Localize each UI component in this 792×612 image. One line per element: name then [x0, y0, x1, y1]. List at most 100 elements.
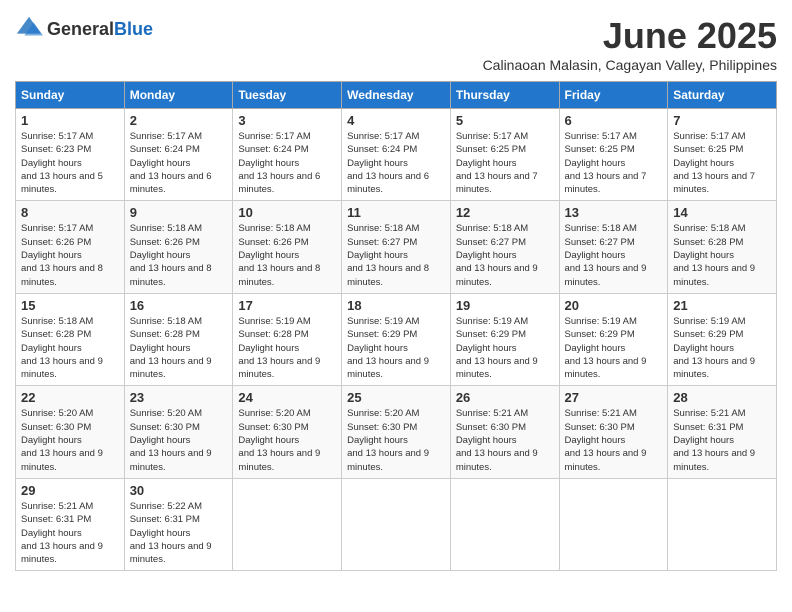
header-thursday: Thursday	[450, 82, 559, 109]
day-info: Sunrise: 5:19 AMSunset: 6:28 PMDaylight …	[238, 315, 336, 381]
header-saturday: Saturday	[668, 82, 777, 109]
day-number: 4	[347, 113, 445, 128]
table-row: 9 Sunrise: 5:18 AMSunset: 6:26 PMDayligh…	[124, 201, 233, 293]
day-number: 21	[673, 298, 771, 313]
day-info: Sunrise: 5:17 AMSunset: 6:24 PMDaylight …	[130, 130, 228, 196]
day-info: Sunrise: 5:21 AMSunset: 6:30 PMDaylight …	[456, 407, 554, 473]
day-number: 7	[673, 113, 771, 128]
table-row: 12 Sunrise: 5:18 AMSunset: 6:27 PMDaylig…	[450, 201, 559, 293]
header-monday: Monday	[124, 82, 233, 109]
table-row: 6 Sunrise: 5:17 AMSunset: 6:25 PMDayligh…	[559, 109, 668, 201]
week-row-2: 8 Sunrise: 5:17 AMSunset: 6:26 PMDayligh…	[16, 201, 777, 293]
table-row: 21 Sunrise: 5:19 AMSunset: 6:29 PMDaylig…	[668, 293, 777, 385]
title-area: June 2025 Calinaoan Malasin, Cagayan Val…	[483, 15, 777, 73]
table-row: 16 Sunrise: 5:18 AMSunset: 6:28 PMDaylig…	[124, 293, 233, 385]
week-row-5: 29 Sunrise: 5:21 AMSunset: 6:31 PMDaylig…	[16, 478, 777, 570]
day-info: Sunrise: 5:17 AMSunset: 6:25 PMDaylight …	[673, 130, 771, 196]
table-row	[233, 478, 342, 570]
logo-text-general: General	[47, 19, 114, 39]
day-number: 16	[130, 298, 228, 313]
header-tuesday: Tuesday	[233, 82, 342, 109]
day-number: 24	[238, 390, 336, 405]
day-number: 17	[238, 298, 336, 313]
logo-icon	[15, 15, 43, 43]
day-number: 15	[21, 298, 119, 313]
table-row	[559, 478, 668, 570]
day-info: Sunrise: 5:20 AMSunset: 6:30 PMDaylight …	[238, 407, 336, 473]
day-number: 28	[673, 390, 771, 405]
day-info: Sunrise: 5:21 AMSunset: 6:31 PMDaylight …	[21, 500, 119, 566]
table-row: 18 Sunrise: 5:19 AMSunset: 6:29 PMDaylig…	[342, 293, 451, 385]
table-row: 30 Sunrise: 5:22 AMSunset: 6:31 PMDaylig…	[124, 478, 233, 570]
day-info: Sunrise: 5:22 AMSunset: 6:31 PMDaylight …	[130, 500, 228, 566]
table-row: 10 Sunrise: 5:18 AMSunset: 6:26 PMDaylig…	[233, 201, 342, 293]
day-info: Sunrise: 5:19 AMSunset: 6:29 PMDaylight …	[347, 315, 445, 381]
table-row: 20 Sunrise: 5:19 AMSunset: 6:29 PMDaylig…	[559, 293, 668, 385]
day-number: 23	[130, 390, 228, 405]
day-info: Sunrise: 5:18 AMSunset: 6:26 PMDaylight …	[130, 222, 228, 288]
table-row: 28 Sunrise: 5:21 AMSunset: 6:31 PMDaylig…	[668, 386, 777, 478]
day-info: Sunrise: 5:18 AMSunset: 6:28 PMDaylight …	[130, 315, 228, 381]
day-info: Sunrise: 5:17 AMSunset: 6:26 PMDaylight …	[21, 222, 119, 288]
day-number: 2	[130, 113, 228, 128]
table-row: 13 Sunrise: 5:18 AMSunset: 6:27 PMDaylig…	[559, 201, 668, 293]
day-info: Sunrise: 5:20 AMSunset: 6:30 PMDaylight …	[347, 407, 445, 473]
day-info: Sunrise: 5:20 AMSunset: 6:30 PMDaylight …	[21, 407, 119, 473]
logo: GeneralBlue	[15, 15, 153, 43]
table-row: 3 Sunrise: 5:17 AMSunset: 6:24 PMDayligh…	[233, 109, 342, 201]
day-info: Sunrise: 5:17 AMSunset: 6:25 PMDaylight …	[456, 130, 554, 196]
table-row: 2 Sunrise: 5:17 AMSunset: 6:24 PMDayligh…	[124, 109, 233, 201]
day-info: Sunrise: 5:19 AMSunset: 6:29 PMDaylight …	[456, 315, 554, 381]
table-row: 15 Sunrise: 5:18 AMSunset: 6:28 PMDaylig…	[16, 293, 125, 385]
table-row	[668, 478, 777, 570]
day-number: 30	[130, 483, 228, 498]
day-number: 19	[456, 298, 554, 313]
day-number: 5	[456, 113, 554, 128]
day-info: Sunrise: 5:18 AMSunset: 6:26 PMDaylight …	[238, 222, 336, 288]
table-row: 5 Sunrise: 5:17 AMSunset: 6:25 PMDayligh…	[450, 109, 559, 201]
day-number: 29	[21, 483, 119, 498]
table-row	[450, 478, 559, 570]
day-info: Sunrise: 5:18 AMSunset: 6:28 PMDaylight …	[673, 222, 771, 288]
header-friday: Friday	[559, 82, 668, 109]
day-number: 3	[238, 113, 336, 128]
header-sunday: Sunday	[16, 82, 125, 109]
day-info: Sunrise: 5:18 AMSunset: 6:27 PMDaylight …	[456, 222, 554, 288]
day-info: Sunrise: 5:19 AMSunset: 6:29 PMDaylight …	[565, 315, 663, 381]
week-row-1: 1 Sunrise: 5:17 AMSunset: 6:23 PMDayligh…	[16, 109, 777, 201]
day-info: Sunrise: 5:19 AMSunset: 6:29 PMDaylight …	[673, 315, 771, 381]
day-number: 8	[21, 205, 119, 220]
header-row: Sunday Monday Tuesday Wednesday Thursday…	[16, 82, 777, 109]
page-header: GeneralBlue June 2025 Calinaoan Malasin,…	[15, 15, 777, 73]
day-number: 13	[565, 205, 663, 220]
table-row: 7 Sunrise: 5:17 AMSunset: 6:25 PMDayligh…	[668, 109, 777, 201]
day-number: 10	[238, 205, 336, 220]
header-wednesday: Wednesday	[342, 82, 451, 109]
table-row: 24 Sunrise: 5:20 AMSunset: 6:30 PMDaylig…	[233, 386, 342, 478]
logo-text-blue: Blue	[114, 19, 153, 39]
table-row: 26 Sunrise: 5:21 AMSunset: 6:30 PMDaylig…	[450, 386, 559, 478]
week-row-3: 15 Sunrise: 5:18 AMSunset: 6:28 PMDaylig…	[16, 293, 777, 385]
day-info: Sunrise: 5:17 AMSunset: 6:24 PMDaylight …	[347, 130, 445, 196]
day-number: 12	[456, 205, 554, 220]
day-number: 9	[130, 205, 228, 220]
day-number: 26	[456, 390, 554, 405]
table-row: 8 Sunrise: 5:17 AMSunset: 6:26 PMDayligh…	[16, 201, 125, 293]
day-info: Sunrise: 5:21 AMSunset: 6:30 PMDaylight …	[565, 407, 663, 473]
day-info: Sunrise: 5:18 AMSunset: 6:27 PMDaylight …	[565, 222, 663, 288]
table-row: 23 Sunrise: 5:20 AMSunset: 6:30 PMDaylig…	[124, 386, 233, 478]
table-row: 22 Sunrise: 5:20 AMSunset: 6:30 PMDaylig…	[16, 386, 125, 478]
location-title: Calinaoan Malasin, Cagayan Valley, Phili…	[483, 57, 777, 73]
table-row: 1 Sunrise: 5:17 AMSunset: 6:23 PMDayligh…	[16, 109, 125, 201]
day-number: 20	[565, 298, 663, 313]
day-number: 14	[673, 205, 771, 220]
day-number: 6	[565, 113, 663, 128]
day-info: Sunrise: 5:20 AMSunset: 6:30 PMDaylight …	[130, 407, 228, 473]
day-info: Sunrise: 5:18 AMSunset: 6:27 PMDaylight …	[347, 222, 445, 288]
table-row: 4 Sunrise: 5:17 AMSunset: 6:24 PMDayligh…	[342, 109, 451, 201]
table-row: 27 Sunrise: 5:21 AMSunset: 6:30 PMDaylig…	[559, 386, 668, 478]
day-info: Sunrise: 5:18 AMSunset: 6:28 PMDaylight …	[21, 315, 119, 381]
day-info: Sunrise: 5:17 AMSunset: 6:24 PMDaylight …	[238, 130, 336, 196]
table-row: 14 Sunrise: 5:18 AMSunset: 6:28 PMDaylig…	[668, 201, 777, 293]
table-row: 19 Sunrise: 5:19 AMSunset: 6:29 PMDaylig…	[450, 293, 559, 385]
